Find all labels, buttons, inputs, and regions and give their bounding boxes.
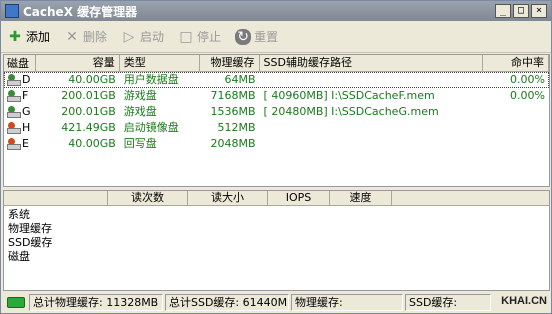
- reset-label: 重置: [254, 30, 279, 44]
- stats-row-system: 系统: [8, 208, 30, 221]
- type-cell: 游戏盘: [123, 89, 157, 102]
- ssd-path-cell: [ 40960MB] I:\SSDCacheF.mem: [263, 89, 435, 102]
- title-bar[interactable]: CacheX 缓存管理器 _ □ ×: [1, 1, 551, 21]
- delete-label: 删除: [83, 30, 108, 44]
- capacity-cell: 200.01GB: [61, 105, 116, 118]
- stats-row-disk: 磁盘: [8, 250, 30, 263]
- ssd-path-cell: [260, 72, 484, 88]
- disk-table-header: 磁盘 容量 类型 物理缓存 SSD辅助缓存路径 命中率: [4, 55, 549, 72]
- col-hit-rate[interactable]: 命中率: [483, 55, 549, 72]
- col-disk[interactable]: 磁盘: [4, 55, 36, 72]
- watermark: KHAI.CN: [501, 295, 547, 307]
- table-row[interactable]: H 421.49GB 启动镜像盘 512MB: [4, 120, 549, 136]
- drive-letter: D: [22, 73, 31, 86]
- drive-letter: H: [22, 121, 31, 134]
- maximize-button[interactable]: □: [513, 4, 529, 18]
- phys-cache-cell: 512MB: [217, 121, 256, 134]
- drive-icon: [7, 90, 21, 102]
- col-capacity[interactable]: 容量: [36, 55, 120, 72]
- status-total-ssd: 总计SSD缓存: 61440MB: [165, 294, 289, 311]
- status-bar: 总计物理缓存: 11328MB 总计SSD缓存: 61440MB 物理缓存: S…: [3, 293, 550, 312]
- close-button[interactable]: ×: [531, 4, 547, 18]
- drive-letter: G: [22, 105, 31, 118]
- status-ssd-cache: SSD缓存:: [405, 294, 491, 311]
- drive-icon: [7, 106, 21, 118]
- status-phys-cache: 物理缓存:: [291, 294, 403, 311]
- phys-cache-cell: 1536MB: [210, 105, 256, 118]
- ssd-path-cell: [260, 136, 484, 152]
- stop-label: 停止: [197, 30, 222, 44]
- capacity-cell: 40.00GB: [68, 73, 116, 86]
- stats-header: 读次数 读大小 IOPS 速度: [4, 191, 549, 206]
- stats-col-speed[interactable]: 速度: [330, 191, 392, 206]
- status-led-icon: [7, 297, 25, 308]
- ssd-path-cell: [260, 120, 484, 136]
- plus-icon: ✚: [9, 28, 21, 45]
- hit-rate-cell: [483, 136, 549, 152]
- start-button[interactable]: ▷ 启动: [121, 28, 164, 45]
- stats-col-blank: [4, 191, 108, 206]
- disk-table[interactable]: 磁盘 容量 类型 物理缓存 SSD辅助缓存路径 命中率 D 40.00GB 用户…: [3, 54, 550, 187]
- col-ssd-path[interactable]: SSD辅助缓存路径: [260, 55, 484, 72]
- stop-button[interactable]: □ 停止: [178, 28, 221, 45]
- table-row[interactable]: G 200.01GB 游戏盘 1536MB [ 20480MB] I:\SSDC…: [4, 104, 549, 120]
- stats-panel: 读次数 读大小 IOPS 速度 系统 物理缓存 SSD缓存 磁盘: [3, 190, 550, 291]
- stats-col-read-size[interactable]: 读大小: [188, 191, 268, 206]
- status-total-phys: 总计物理缓存: 11328MB: [29, 294, 163, 311]
- reset-button[interactable]: ↻ 重置: [235, 28, 278, 45]
- type-cell: 回写盘: [123, 137, 157, 150]
- add-label: 添加: [26, 30, 51, 44]
- stats-rows: 系统 物理缓存 SSD缓存 磁盘: [4, 206, 549, 264]
- app-icon: [5, 4, 19, 18]
- play-icon: ▷: [123, 28, 135, 45]
- toolbar: ✚ 添加 ✕ 删除 ▷ 启动 □ 停止 ↻ 重置: [1, 21, 551, 53]
- table-row[interactable]: E 40.00GB 回写盘 2048MB: [4, 136, 549, 152]
- type-cell: 游戏盘: [123, 105, 157, 118]
- col-phys-cache[interactable]: 物理缓存: [200, 55, 260, 72]
- phys-cache-cell: 7168MB: [210, 89, 256, 102]
- drive-letter: F: [22, 89, 29, 102]
- type-cell: 用户数据盘: [123, 73, 179, 86]
- hit-rate-cell: [483, 120, 549, 136]
- delete-button[interactable]: ✕ 删除: [64, 28, 107, 45]
- phys-cache-cell: 64MB: [224, 73, 256, 86]
- app-window: CacheX 缓存管理器 _ □ × ✚ 添加 ✕ 删除 ▷ 启动 □ 停止 ↻…: [0, 0, 552, 314]
- capacity-cell: 200.01GB: [61, 89, 116, 102]
- hit-rate-cell: [483, 104, 549, 120]
- ssd-path-cell: [ 20480MB] I:\SSDCacheG.mem: [263, 105, 439, 118]
- capacity-cell: 421.49GB: [61, 121, 116, 134]
- phys-cache-cell: 2048MB: [210, 137, 256, 150]
- type-cell: 启动镜像盘: [123, 121, 179, 134]
- drive-icon: [7, 74, 21, 86]
- minimize-button[interactable]: _: [495, 4, 511, 18]
- stop-icon: □: [179, 28, 193, 45]
- start-label: 启动: [140, 30, 165, 44]
- stats-col-reads[interactable]: 读次数: [108, 191, 188, 206]
- stats-col-iops[interactable]: IOPS: [268, 191, 330, 206]
- col-type[interactable]: 类型: [120, 55, 200, 72]
- window-controls: _ □ ×: [495, 4, 547, 18]
- drive-icon: [7, 138, 21, 150]
- window-title: CacheX 缓存管理器: [23, 4, 138, 19]
- hit-rate-cell: 0.00%: [510, 89, 545, 102]
- capacity-cell: 40.00GB: [68, 137, 116, 150]
- hit-rate-cell: 0.00%: [510, 73, 545, 86]
- reset-icon: ↻: [235, 28, 252, 45]
- x-icon: ✕: [66, 28, 78, 45]
- add-button[interactable]: ✚ 添加: [7, 28, 50, 45]
- stats-row-ssd-cache: SSD缓存: [8, 236, 53, 249]
- stats-row-phys-cache: 物理缓存: [8, 222, 52, 235]
- drive-letter: E: [22, 137, 29, 150]
- table-row[interactable]: D 40.00GB 用户数据盘 64MB 0.00%: [4, 72, 549, 88]
- table-row[interactable]: F 200.01GB 游戏盘 7168MB [ 40960MB] I:\SSDC…: [4, 88, 549, 104]
- drive-icon: [7, 122, 21, 134]
